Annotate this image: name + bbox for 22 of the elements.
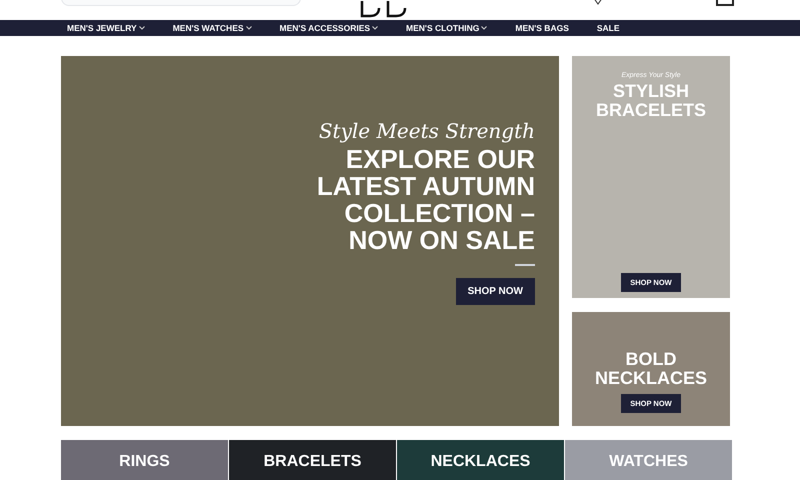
category-label: NECKLACES	[430, 452, 530, 472]
chevron-down-icon	[372, 26, 378, 30]
nav-link[interactable]: SALE	[596, 22, 620, 35]
chevron-down-icon	[138, 26, 145, 30]
chevron-down-icon	[481, 26, 488, 30]
nav-link[interactable]: MEN'S BAGS	[515, 22, 569, 35]
category-tile[interactable]: NECKLACES	[397, 440, 564, 480]
category-tile[interactable]: BRACELETS	[229, 440, 396, 480]
category-label: WATCHES	[609, 452, 688, 472]
category-label: RINGS	[119, 452, 170, 472]
shop-now-button[interactable]: SHOP NOW	[456, 278, 535, 305]
hero-tagline: Style Meets Strength	[318, 118, 535, 145]
category-label: BRACELETS	[264, 452, 362, 472]
nav-link[interactable]: MEN'S CLOTHING	[406, 22, 488, 35]
nav-link[interactable]: MEN'S JEWELRY	[67, 22, 145, 35]
nav-link[interactable]: MEN'S WATCHES	[172, 22, 252, 35]
nav-link[interactable]: MEN'S ACCESSORIES	[280, 22, 378, 35]
hero-heading: EXPLORE OUR LATEST AUTUMN COLLECTION – NOW ON SALE	[316, 146, 535, 254]
promo-heading: STYLISH BRACELETS	[594, 82, 707, 120]
chevron-down-icon	[246, 26, 252, 30]
category-tile[interactable]: RINGS	[61, 440, 228, 480]
promo-heading: BOLD NECKLACES	[594, 350, 708, 388]
